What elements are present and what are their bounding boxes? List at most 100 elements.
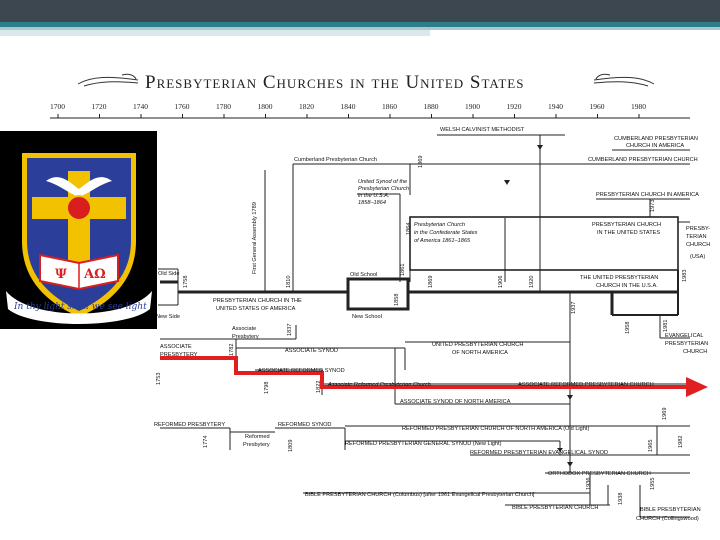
year-1869-top: 1869 (418, 156, 424, 168)
axis-tick-label: 1740 (133, 102, 148, 111)
axis-tick-label: 1700 (50, 102, 65, 111)
label-bpc: BIBLE PRESBYTERIAN CHURCH (512, 505, 598, 511)
label-upcna-2: OF NORTH AMERICA (452, 350, 508, 356)
year-1782: 1782 (229, 344, 235, 356)
label-assoc-presbytery-caps-1: ASSOCIATE (160, 344, 192, 350)
label-upcusa-2: CHURCH IN THE U.S.A. (596, 283, 658, 289)
year-1861: 1861 (400, 264, 406, 276)
axis-tick-label: 1980 (631, 102, 646, 111)
label-cumberland-america-2: CHURCH IN AMERICA (626, 143, 684, 149)
flow-arrows (504, 145, 573, 467)
label-confederate-1: Presbyterian Church (414, 222, 465, 228)
label-pca: PRESBYTERIAN CHURCH IN AMERICA (596, 192, 699, 198)
year-1938: 1938 (618, 493, 624, 505)
label-cumberland-america-1: CUMBERLAND PRESBYTERIAN (614, 136, 698, 142)
year-1758: 1758 (183, 276, 189, 288)
year-1936: 1936 (586, 478, 592, 490)
label-united-synod-2: Presbyterian Church (358, 186, 409, 192)
label-reformed-synod: REFORMED SYNOD (278, 422, 331, 428)
label-confederate-2: in the Confederate States (414, 230, 478, 236)
label-bpc-columbus: BIBLE PRESBYTERIAN CHURCH (Columbus) [af… (305, 492, 535, 498)
year-1822: 1822 (316, 381, 322, 393)
label-pcusa-2: UNITED STATES OF AMERICA (216, 306, 296, 312)
label-new-school: New School (352, 314, 382, 320)
year-1920: 1920 (529, 276, 535, 288)
label-first-ga: First General Assembly 1789 (252, 202, 258, 274)
crest-image: Ψ ΑΩ In thy light shall we see light (0, 131, 157, 329)
year-1982: 1982 (678, 436, 684, 448)
year-1774: 1774 (203, 436, 209, 448)
label-rpgs: REFORMED PRESBYTERIAN GENERAL SYNOD (New… (345, 441, 502, 447)
crest-shield-icon: Ψ ΑΩ In thy light shall we see light (6, 153, 152, 324)
label-reformed-presbytery: REFORMED PRESBYTERY (154, 422, 225, 428)
label-old-side: Old Side (158, 271, 179, 277)
timeline-ticks: 1700 1720 1740 1760 1780 1800 1820 1840 1860 1880… (50, 102, 646, 118)
label-old-school: Old School (350, 272, 377, 278)
crest-motto: In thy light shall we see light (13, 302, 147, 312)
label-united-synod-1: United Synod of the (358, 179, 407, 185)
label-bpc-coll-1: BIBLE PRESBYTERIAN (640, 507, 701, 513)
label-epc-1: EVANGELICAL (665, 333, 703, 339)
year-1937: 1937 (571, 302, 577, 314)
label-reformed-presbytery-small-2: Presbytery (243, 442, 270, 448)
year-1798: 1798 (264, 382, 270, 394)
label-assoc-ref-pres-church-caps: ASSOCIATE REFORMED PRESBYTERIAN CHURCH (518, 382, 654, 388)
year-1753: 1753 (156, 373, 162, 385)
label-assoc-synod-na: ASSOCIATE SYNOD OF NORTH AMERICA (400, 399, 511, 405)
label-pcusa-right-4: (USA) (690, 254, 705, 260)
svg-text:Ψ: Ψ (55, 267, 67, 282)
label-reformed-presbytery-small-1: Reformed (245, 434, 270, 440)
year-1983: 1983 (682, 270, 688, 282)
year-1809: 1809 (288, 440, 294, 452)
year-1955: 1955 (650, 478, 656, 490)
label-upcusa-1: THE UNITED PRESBYTERIAN (580, 275, 658, 281)
label-pcusa-right-3: CHURCH (686, 242, 710, 248)
label-cumberland-church-caps: CUMBERLAND PRESBYTERIAN CHURCH (588, 157, 698, 163)
label-pcusa-right-2: TERIAN (686, 234, 707, 240)
label-associate-reformed-synod: ASSOCIATE REFORMED SYNOD (258, 368, 345, 374)
label-confederate-3: of America 1861–1865 (414, 238, 471, 244)
axis-tick-label: 1760 (175, 102, 190, 111)
label-united-synod-3: in the U.S.A. (358, 193, 389, 199)
crest-letters: ΑΩ (83, 267, 106, 282)
year-1973: 1973 (650, 200, 656, 212)
year-1969: 1969 (662, 408, 668, 420)
year-1965: 1965 (648, 440, 654, 452)
year-1981: 1981 (663, 320, 669, 332)
axis-tick-label: 1800 (258, 102, 273, 111)
year-1958: 1958 (625, 322, 631, 334)
label-united-synod-4: 1858–1864 (358, 200, 386, 206)
axis-tick-label: 1840 (341, 102, 356, 111)
label-welsh: WELSH CALVINIST METHODIST (440, 127, 525, 133)
label-assoc-presbytery-1: Associate (232, 326, 256, 332)
label-cumberland-church: Cumberland Presbyterian Church (294, 157, 377, 163)
label-assoc-presbytery-caps-2: PRESBYTERY (160, 352, 198, 358)
axis-tick-label: 1920 (507, 102, 522, 111)
axis-tick-label: 1960 (590, 102, 605, 111)
label-assoc-presbytery-2: Presbytery (232, 334, 259, 340)
label-rpcna: REFORMED PRESBYTERIAN CHURCH OF NORTH AM… (402, 426, 589, 432)
axis-tick-label: 1880 (424, 102, 439, 111)
label-pcusa-1: PRESBYTERIAN CHURCH IN THE (213, 298, 302, 304)
year-1858: 1858 (394, 294, 400, 306)
axis-tick-label: 1820 (299, 102, 314, 111)
label-pcusa-right-1: PRESBY- (686, 226, 710, 232)
axis-tick-label: 1860 (382, 102, 397, 111)
label-opc: ORTHODOX PRESBYTERIAN CHURCH (548, 471, 651, 477)
label-new-side: New Side (156, 314, 180, 320)
highlighted-arrow-icon (686, 377, 708, 397)
label-epc-3: CHURCH (683, 349, 707, 355)
axis-tick-label: 1720 (92, 102, 107, 111)
year-1906: 1906 (498, 276, 504, 288)
year-1869: 1869 (428, 276, 434, 288)
label-assoc-ref-pres-church: Associate Reformed Presbyterian Church (327, 382, 431, 388)
year-1810: 1810 (286, 276, 292, 288)
axis-tick-label: 1900 (465, 102, 480, 111)
label-upcna-1: UNITED PRESBYTERIAN CHURCH (432, 342, 523, 348)
axis-tick-label: 1940 (548, 102, 563, 111)
axis-tick-label: 1780 (216, 102, 231, 111)
label-rpes: REFORMED PRESBYTERIAN EVANGELICAL SYNOD (470, 450, 608, 456)
label-epc-2: PRESBYTERIAN (665, 341, 708, 347)
year-1837: 1837 (287, 324, 293, 336)
label-pcus-1: PRESBYTERIAN CHURCH (592, 222, 661, 228)
